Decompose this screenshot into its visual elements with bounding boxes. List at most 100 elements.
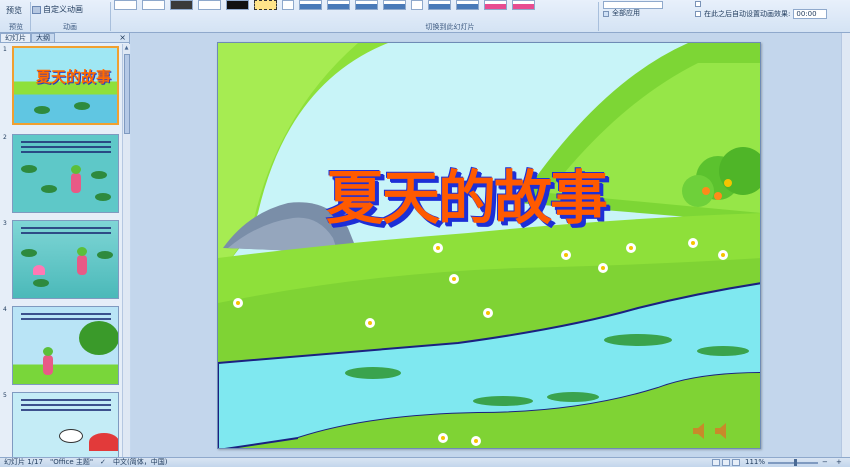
transition-thumb-selected[interactable] (254, 0, 277, 10)
slide-number: 2 (3, 134, 7, 141)
slide-thumbnail-image (12, 134, 119, 213)
transition-options: 全部应用 (603, 1, 663, 18)
tree-shape (79, 321, 118, 355)
transition-thumb[interactable] (512, 0, 535, 10)
lily-pad-shape (41, 185, 57, 193)
lily-pad-shape (95, 193, 111, 201)
auto-advance-time-input[interactable]: 00:00 (793, 9, 828, 19)
slide-title[interactable]: 夏天的故事 (326, 151, 608, 235)
thumbnail-title: 夏天的故事 (36, 68, 112, 86)
gallery-scroll-button[interactable] (282, 0, 294, 10)
transition-thumb[interactable] (170, 0, 193, 10)
scroll-up-icon[interactable]: ▲ (123, 44, 130, 52)
lily-pad-shape (34, 106, 50, 114)
spell-check-icon[interactable]: ✓ (100, 458, 106, 467)
slide-number: 5 (3, 392, 7, 399)
slide-thumbnail-5[interactable]: 5 (0, 392, 120, 457)
group-separator (598, 2, 599, 31)
thumbnail-text-lines (21, 399, 111, 414)
speaker-icon[interactable] (716, 421, 730, 435)
lily-pad-shape (74, 102, 90, 110)
normal-view-button[interactable] (712, 459, 720, 466)
custom-animation-button[interactable]: 自定义动画 (32, 4, 83, 15)
frog-shape (77, 247, 87, 275)
transition-gallery (114, 0, 535, 12)
slides-pane: 幻灯片 大纲 × 1 夏天的故事 2 3 4 5 ▲ (0, 33, 130, 457)
apply-all-icon (603, 10, 609, 17)
lily-pad-shape (21, 165, 37, 173)
speech-bubble-shape (59, 429, 83, 443)
transition-thumb[interactable] (484, 0, 507, 10)
slide-thumbnail-image (12, 392, 119, 457)
main-scrollbar[interactable] (841, 33, 850, 457)
transition-thumb[interactable] (456, 0, 479, 10)
transition-thumb[interactable] (198, 0, 221, 10)
apply-all-label: 全部应用 (612, 9, 640, 17)
preview-label: 预览 (6, 6, 22, 15)
slide-position-indicator: 幻灯片 1/17 (4, 458, 43, 466)
current-slide[interactable]: 夏天的故事 (217, 42, 761, 449)
lotus-shape (33, 265, 45, 275)
transition-speed-dropdown[interactable] (603, 1, 663, 9)
lily-pad-shape (97, 251, 113, 259)
slide-sorter-button[interactable] (722, 459, 730, 466)
status-bar: 幻灯片 1/17 "Office 主题" ✓ 中文(简体，中国) 111% − … (0, 457, 850, 467)
zoom-in-icon[interactable]: + (836, 458, 842, 467)
scrollbar-thumb[interactable] (124, 54, 130, 134)
transition-thumb[interactable] (383, 0, 406, 10)
close-icon[interactable]: × (119, 33, 126, 42)
gallery-scroll-button[interactable] (411, 0, 423, 10)
auto-advance-checkbox[interactable] (695, 11, 701, 17)
slide-number: 1 (3, 46, 7, 53)
theme-indicator: "Office 主题" (50, 458, 94, 466)
transition-thumb[interactable] (142, 0, 165, 10)
advance-options: 在此之后自动设置动画效果: 00:00 (695, 1, 828, 19)
speaker-icon[interactable] (694, 421, 708, 435)
slideshow-button[interactable] (732, 459, 740, 466)
lily-pad-shape (91, 171, 107, 179)
slide-thumbnail-list: 1 夏天的故事 2 3 4 5 (0, 44, 122, 457)
slide-illustration (218, 43, 760, 448)
slide-thumbnail-3[interactable]: 3 (0, 220, 120, 302)
language-indicator[interactable]: 中文(简体，中国) (113, 458, 167, 467)
group-separator (110, 2, 111, 31)
tab-slides[interactable]: 幻灯片 (0, 33, 31, 42)
transition-thumb[interactable] (299, 0, 322, 10)
tab-outline[interactable]: 大纲 (31, 33, 55, 42)
auto-advance-label: 在此之后自动设置动画效果: (704, 9, 791, 18)
lily-pad-shape (33, 279, 49, 287)
mushroom-shape (89, 433, 118, 451)
on-click-checkbox[interactable] (695, 1, 701, 7)
zoom-slider[interactable] (768, 459, 818, 466)
transition-thumb[interactable] (355, 0, 378, 10)
slide-editing-area: 夏天的故事 (131, 33, 850, 457)
transition-thumb[interactable] (428, 0, 451, 10)
transition-thumb[interactable] (226, 0, 249, 10)
group-label-transition: 切换到此幻灯片 (425, 23, 475, 31)
pane-tabs: 幻灯片 大纲 × (0, 33, 129, 43)
preview-button[interactable]: 预览 (6, 5, 22, 16)
slide-thumbnail-2[interactable]: 2 (0, 134, 120, 216)
slide-number: 4 (3, 306, 7, 313)
transition-thumb[interactable] (114, 0, 137, 10)
group-label-animation: 动画 (63, 23, 77, 31)
zoom-out-icon[interactable]: − (822, 458, 828, 467)
ribbon: 预览 自定义动画 预览 动画 切换到此幻灯片 全部应用 在此之后自动设置动画效果… (0, 0, 850, 33)
slide-thumbnail-1[interactable]: 1 夏天的故事 (0, 46, 120, 128)
slide-thumbnail-image: 夏天的故事 (12, 46, 119, 125)
slide-thumbnail-image (12, 220, 119, 299)
lily-pad-shape (21, 249, 37, 257)
custom-animation-label: 自定义动画 (43, 5, 83, 14)
thumbnail-text-lines (21, 141, 111, 156)
slides-scrollbar[interactable]: ▲ (122, 44, 130, 457)
frog-shape (71, 165, 81, 193)
transition-thumb[interactable] (327, 0, 350, 10)
group-label-preview: 预览 (9, 23, 23, 31)
slide-thumbnail-4[interactable]: 4 (0, 306, 120, 388)
custom-animation-icon (32, 5, 41, 14)
slide-number: 3 (3, 220, 7, 227)
apply-all-button[interactable]: 全部应用 (603, 9, 663, 18)
frog-shape (43, 347, 53, 375)
slide-thumbnail-image (12, 306, 119, 385)
zoom-level[interactable]: 111% (745, 458, 765, 467)
